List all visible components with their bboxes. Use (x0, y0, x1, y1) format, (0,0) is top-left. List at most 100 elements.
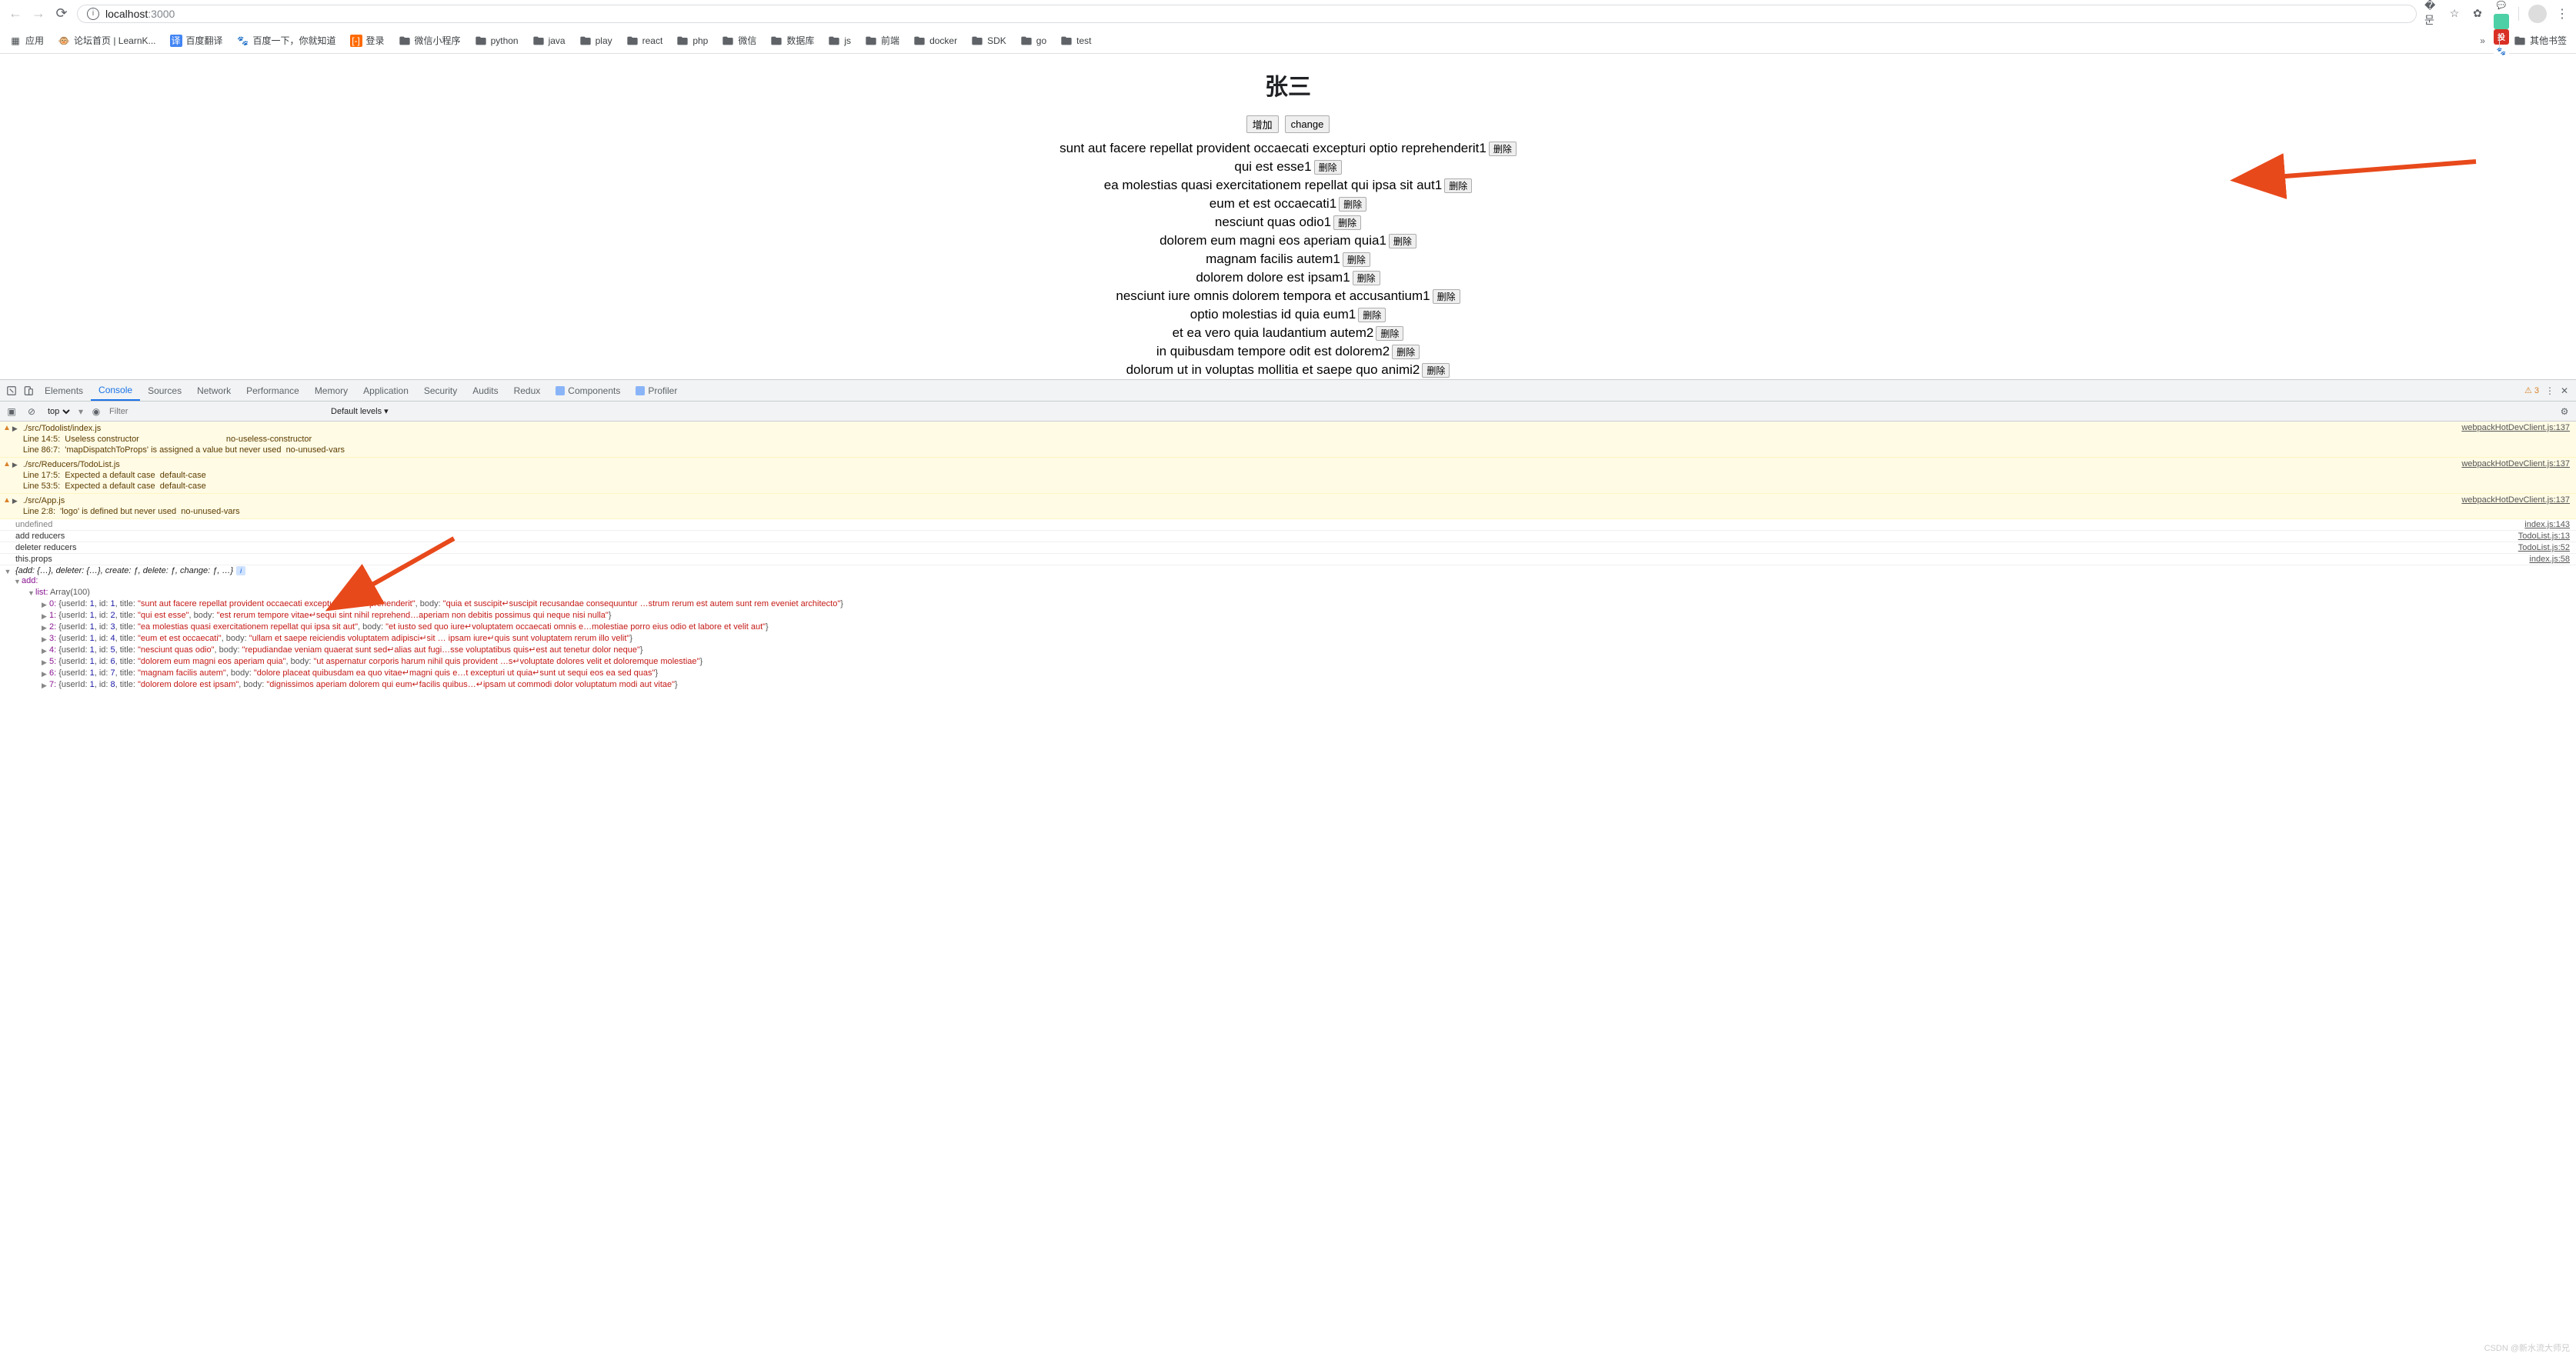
delete-button[interactable]: 删除 (1433, 289, 1460, 304)
bookmark-item[interactable]: [-]登录 (350, 34, 385, 47)
menu-icon[interactable]: ⋮ (2556, 6, 2568, 22)
bookmark-item[interactable]: js (828, 35, 851, 47)
array-item[interactable]: ▶6: {userId: 1, id: 7, title: "magnam fa… (42, 668, 2576, 679)
devtools-tab[interactable]: Sources (140, 380, 189, 401)
devtools-tab[interactable]: Application (355, 380, 416, 401)
devtools-tab[interactable]: Performance (239, 380, 307, 401)
context-selector[interactable]: top (45, 406, 72, 417)
devtools-tab[interactable]: Console (91, 380, 140, 401)
source-link[interactable]: webpackHotDevClient.js:137 (2461, 495, 2576, 517)
sidebar-toggle-icon[interactable]: ▣ (5, 405, 18, 418)
source-link[interactable]: TodoList.js:52 (2518, 543, 2576, 552)
prop-add[interactable]: add: (22, 576, 38, 585)
delete-button[interactable]: 删除 (1489, 142, 1517, 156)
extension-icon[interactable]: 投 (2494, 29, 2509, 45)
delete-button[interactable]: 删除 (1392, 345, 1420, 359)
expand-caret[interactable]: ▼ (0, 566, 15, 575)
bookmarks-overflow[interactable]: » (2480, 35, 2485, 46)
expand-caret[interactable]: ▶ (42, 645, 49, 656)
reload-button[interactable]: ⟳ (54, 6, 69, 22)
source-link[interactable]: webpackHotDevClient.js:137 (2461, 423, 2576, 455)
bookmark-item[interactable]: test (1060, 35, 1091, 47)
forward-button[interactable]: → (31, 6, 46, 22)
prop-list[interactable]: list: (35, 588, 50, 597)
array-item[interactable]: ▶3: {userId: 1, id: 4, title: "eum et es… (42, 633, 2576, 645)
expand-caret[interactable]: ▶ (11, 495, 20, 505)
bookmark-item[interactable]: 数据库 (770, 34, 814, 47)
log-levels[interactable]: Default levels ▾ (331, 406, 389, 416)
expand-caret[interactable]: ▶ (42, 622, 49, 633)
bookmark-item[interactable]: php (676, 35, 708, 47)
expand-caret[interactable]: ▶ (42, 668, 49, 679)
bookmark-item[interactable]: SDK (971, 35, 1006, 47)
delete-button[interactable]: 删除 (1333, 215, 1361, 230)
devtools-tab[interactable]: Elements (37, 380, 91, 401)
back-button[interactable]: ← (8, 6, 23, 22)
console-settings-icon[interactable]: ⚙ (2558, 405, 2571, 418)
source-link[interactable]: TodoList.js:13 (2518, 532, 2576, 541)
delete-button[interactable]: 删除 (1376, 326, 1403, 341)
array-item[interactable]: ▶1: {userId: 1, id: 2, title: "qui est e… (42, 610, 2576, 622)
expand-caret[interactable]: ▶ (42, 679, 49, 691)
filter-input[interactable] (109, 407, 325, 416)
source-link[interactable]: index.js:58 (2529, 555, 2576, 564)
expand-caret[interactable]: ▶ (42, 633, 49, 645)
array-item[interactable]: ▶7: {userId: 1, id: 8, title: "dolorem d… (42, 679, 2576, 691)
add-button[interactable]: 增加 (1246, 115, 1279, 133)
delete-button[interactable]: 删除 (1444, 178, 1472, 193)
expand-caret[interactable]: ▶ (42, 610, 49, 622)
warning-count[interactable]: 3 (2524, 385, 2539, 395)
devtools-tab[interactable]: Memory (307, 380, 355, 401)
delete-button[interactable]: 删除 (1339, 197, 1366, 212)
device-toggle-icon[interactable] (20, 382, 37, 399)
other-bookmarks[interactable]: 其他书签 (2514, 34, 2567, 47)
devtools-tab[interactable]: Audits (465, 380, 506, 401)
devtools-tab[interactable]: Network (189, 380, 239, 401)
delete-button[interactable]: 删除 (1422, 363, 1450, 378)
devtools-tab[interactable]: Components (548, 380, 628, 401)
apps-button[interactable]: ▦ 应用 (9, 34, 44, 47)
translate-icon[interactable]: �문 (2424, 7, 2438, 21)
expand-caret[interactable]: ▶ (11, 423, 20, 433)
delete-button[interactable]: 删除 (1353, 271, 1380, 285)
expand-caret[interactable]: ▶ (42, 598, 49, 610)
array-item[interactable]: ▶0: {userId: 1, id: 1, title: "sunt aut … (42, 598, 2576, 610)
devtools-tab[interactable]: Security (416, 380, 465, 401)
source-link[interactable]: webpackHotDevClient.js:137 (2461, 459, 2576, 492)
delete-button[interactable]: 删除 (1358, 308, 1386, 322)
extensions-icon[interactable]: ✿ (2471, 7, 2484, 21)
array-item[interactable]: ▶5: {userId: 1, id: 6, title: "dolorem e… (42, 656, 2576, 668)
inspect-icon[interactable] (3, 382, 20, 399)
devtools-tab[interactable]: Profiler (628, 380, 685, 401)
devtools-tab[interactable]: Redux (506, 380, 549, 401)
extension-icon[interactable]: 💬 (2494, 0, 2509, 14)
bookmark-item[interactable]: java (532, 35, 566, 47)
bookmark-item[interactable]: play (579, 35, 612, 47)
bookmark-item[interactable]: 微信 (722, 34, 756, 47)
extension-icon[interactable] (2494, 14, 2509, 29)
array-item[interactable]: ▶4: {userId: 1, id: 5, title: "nesciunt … (42, 645, 2576, 656)
bookmark-item[interactable]: docker (913, 35, 957, 47)
expand-caret[interactable]: ▶ (42, 656, 49, 668)
array-item[interactable]: ▶2: {userId: 1, id: 3, title: "ea molest… (42, 622, 2576, 633)
expand-caret[interactable]: ▼ (28, 587, 35, 598)
bookmark-item[interactable]: 前端 (865, 34, 899, 47)
star-icon[interactable]: ☆ (2448, 7, 2461, 21)
bookmark-item[interactable]: go (1020, 35, 1046, 47)
expand-caret[interactable]: ▼ (14, 575, 22, 587)
devtools-close-icon[interactable]: ✕ (2561, 385, 2568, 396)
delete-button[interactable]: 删除 (1343, 252, 1370, 267)
bookmark-item[interactable]: 译百度翻译 (170, 34, 223, 47)
devtools-more-icon[interactable]: ⋮ (2545, 385, 2554, 396)
bookmark-item[interactable]: 🐾百度一下，你就知道 (237, 34, 336, 47)
source-link[interactable]: index.js:143 (2524, 520, 2576, 529)
bookmark-item[interactable]: python (475, 35, 519, 47)
bookmark-item[interactable]: react (626, 35, 663, 47)
delete-button[interactable]: 删除 (1389, 234, 1416, 248)
live-expression-icon[interactable]: ◉ (89, 405, 103, 418)
expand-caret[interactable]: ▶ (11, 459, 20, 469)
bookmark-item[interactable]: 🐵论坛首页 | LearnK... (58, 34, 155, 47)
change-button[interactable]: change (1285, 115, 1330, 133)
delete-button[interactable]: 删除 (1314, 160, 1342, 175)
bookmark-item[interactable]: 微信小程序 (399, 34, 461, 47)
